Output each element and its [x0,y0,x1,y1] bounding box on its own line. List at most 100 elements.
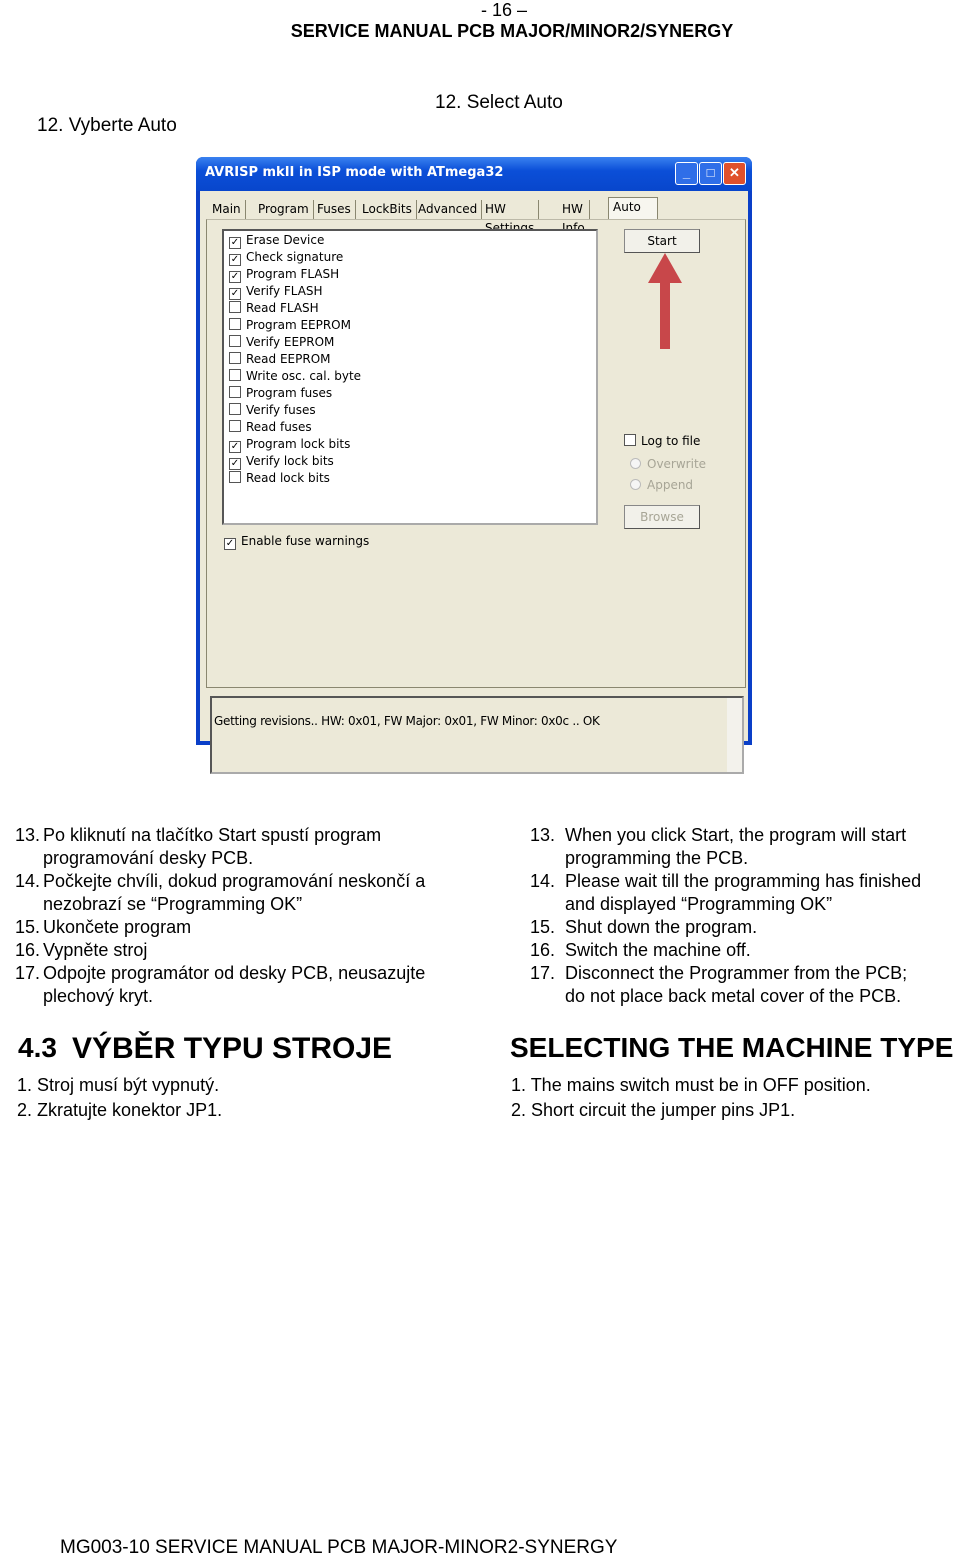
maximize-button[interactable]: □ [699,162,722,185]
option-checkbox[interactable]: ✓ Check signature [229,250,343,267]
log-scrollbar[interactable] [727,698,742,772]
page-number: - 16 – [480,0,528,20]
checkbox-unchecked-icon [624,434,636,446]
step-continuation: and displayed “Programming OK” [565,894,833,914]
section-title-en: SELECTING THE MACHINE TYPE [510,1032,954,1063]
step-number: 14. [15,871,41,891]
step-item: 14. Počkejte chvíli, dokud programování n… [15,871,425,892]
tab-fuses[interactable]: Fuses [313,200,356,219]
step-text: Shut down the program. [565,917,758,937]
red-arrow-icon [648,253,682,349]
overwrite-radio[interactable]: Overwrite [630,457,706,471]
section-title-cz: VÝBĚR TYPU STROJE [72,1032,393,1065]
checkbox-checked-icon: ✓ [229,271,241,283]
option-checkbox[interactable]: ✓ Verify FLASH [229,284,323,301]
option-checkbox[interactable]: ✓ Program FLASH [229,267,339,284]
log-to-file-checkbox[interactable]: Log to file [624,434,700,448]
option-label: Read lock bits [246,471,330,485]
section-item-en-2: 2. Short circuit the jumper pins JP1. [511,1100,796,1120]
overwrite-label: Overwrite [647,457,707,471]
checkbox-unchecked-icon [229,369,241,381]
window-title: AVRISP mkII in ISP mode with ATmega32 [205,165,504,180]
step-continuation: plechový kryt. [43,986,154,1006]
browse-button[interactable]: Browse [624,505,700,529]
step-number: 15. [530,917,556,937]
window-client: Main Program Fuses LockBits Advanced HW … [200,191,748,774]
option-label: Read fuses [246,420,312,434]
radio-icon [630,458,641,469]
checkbox-unchecked-icon [229,386,241,398]
tab-auto[interactable]: Auto [608,197,658,220]
option-label: Write osc. cal. byte [246,369,362,383]
option-checkbox[interactable]: Read FLASH [229,301,319,318]
checkbox-unchecked-icon [229,420,241,432]
option-checkbox[interactable]: Verify EEPROM [229,335,334,352]
option-checkbox[interactable]: Verify fuses [229,403,316,420]
section-item-en-1: 1. The mains switch must be in OFF posit… [511,1075,871,1095]
step-number: 17. [15,963,41,983]
minimize-button[interactable]: _ [675,162,698,185]
title-bar: AVRISP mkII in ISP mode with ATmega32 _ … [196,157,752,191]
option-checkbox[interactable]: Read lock bits [229,471,330,488]
section-item-cz-1: 1. Stroj musí být vypnutý. [17,1075,220,1095]
tab-main[interactable]: Main [208,200,246,219]
checkbox-unchecked-icon [229,335,241,347]
checkbox-unchecked-icon [229,318,241,330]
option-checkbox[interactable]: Read EEPROM [229,352,331,369]
step-item: 13. When you click Start, the program wil… [530,825,906,846]
step-number: 17. [530,963,556,983]
step-number: 14. [530,871,556,891]
tab-hw-settings[interactable]: HW Settings [481,200,540,235]
step-item: 16. Switch the machine off. [530,940,751,961]
option-label: Verify EEPROM [246,335,335,349]
step-number: 16. [15,940,41,960]
step-number: 16. [530,940,556,960]
section-item-cz-2: 2. Zkratujte konektor JP1. [17,1100,223,1120]
option-label: Read FLASH [246,301,319,315]
option-checkbox[interactable]: Read fuses [229,420,312,437]
section-number: 4.3 [18,1032,57,1063]
append-radio[interactable]: Append [630,478,693,492]
option-checkbox[interactable]: ✓ Erase Device [229,233,324,250]
tab-hw-info[interactable]: HW Info [558,200,590,235]
step-text: Odpojte programátor od desky PCB, neusaz… [43,963,426,983]
start-button[interactable]: Start [624,229,700,253]
step-item: 16. Vypněte stroj [15,940,147,961]
step-12-en: 12. Select Auto [435,92,563,113]
option-checkbox[interactable]: Program EEPROM [229,318,351,335]
step-continuation: programování desky PCB. [43,848,254,868]
option-checkbox[interactable]: ✓ Program lock bits [229,437,350,454]
enable-fuse-warnings-checkbox[interactable]: ✓ Enable fuse warnings [224,534,369,550]
tab-advanced[interactable]: Advanced [414,200,483,219]
radio-icon [630,479,641,490]
step-number: 15. [15,917,41,937]
step-text: When you click Start, the program will s… [565,825,907,845]
step-item: 14. Please wait till the programming has … [530,871,921,892]
step-number: 13. [15,825,41,845]
page-footer: MG003-10 SERVICE MANUAL PCB MAJOR-MINOR2… [60,1537,618,1558]
log-to-file-label: Log to file [641,434,701,448]
option-checkbox[interactable]: Write osc. cal. byte [229,369,361,386]
fuse-warnings-label: Enable fuse warnings [241,534,370,548]
tab-lockbits[interactable]: LockBits [358,200,417,219]
option-checkbox[interactable]: Program fuses [229,386,332,403]
checkbox-checked-icon: ✓ [224,538,236,550]
step-item: 17. Disconnect the Programmer from the PC… [530,963,907,984]
option-label: Program FLASH [246,267,340,281]
step-text: Po kliknutí na tlačítko Start spustí pro… [43,825,382,845]
option-label: Verify FLASH [246,284,323,298]
tab-program[interactable]: Program [254,200,314,219]
step-item: 13. Po kliknutí na tlačítko Start spustí … [15,825,381,846]
log-text: Getting revisions.. HW: 0x01, FW Major: … [214,714,600,728]
step-12-cz: 12. Vyberte Auto [37,115,177,136]
option-label: Check signature [246,250,344,264]
step-continuation: programming the PCB. [565,848,749,868]
step-text: Ukončete program [43,917,192,937]
step-text: Switch the machine off. [565,940,751,960]
log-output: Getting revisions.. HW: 0x01, FW Major: … [210,696,744,774]
option-label: Read EEPROM [246,352,331,366]
close-button[interactable]: ✕ [723,162,746,185]
option-label: Erase Device [246,233,325,247]
auto-options-list: ✓ Erase Device ✓ Check signature ✓ Program FL… [222,229,598,525]
option-checkbox[interactable]: ✓ Verify lock bits [229,454,334,471]
